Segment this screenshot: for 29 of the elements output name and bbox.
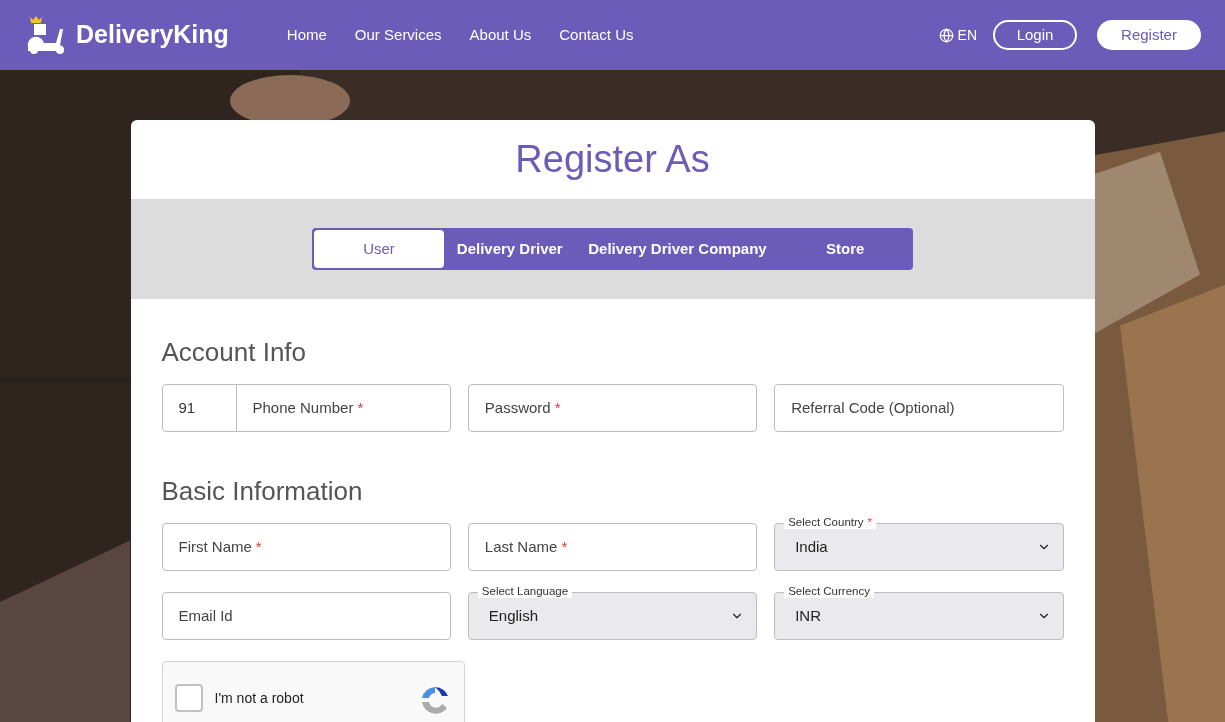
tab[interactable]: Delivery Driver — [444, 230, 576, 268]
input-field[interactable]: Password * — [467, 384, 758, 432]
tab[interactable]: Store — [779, 230, 911, 268]
input-field[interactable]: First Name * — [161, 523, 451, 571]
captcha-checkbox[interactable] — [174, 684, 203, 712]
globe-icon — [938, 27, 954, 43]
section-heading: Account Info — [161, 336, 308, 369]
floating-label: Select Country * — [784, 515, 877, 529]
register-button[interactable]: Register — [1097, 20, 1201, 50]
login-button[interactable]: Login — [993, 20, 1077, 50]
nav-link[interactable]: Our Services — [354, 23, 442, 47]
captcha-label: I'm not a robot — [214, 689, 304, 708]
nav-link[interactable]: Contact Us — [559, 23, 634, 47]
input-field[interactable]: Email Id — [161, 592, 451, 640]
card-title: Register As — [514, 137, 711, 182]
floating-label: Select Currency — [784, 584, 874, 598]
required-mark: * — [554, 397, 561, 418]
section-heading: Basic Information — [161, 475, 364, 508]
nav-link[interactable]: About Us — [469, 23, 532, 47]
required-mark: * — [255, 536, 262, 557]
input-field[interactable]: Last Name * — [467, 523, 758, 571]
brand-name[interactable]: DeliveryKing — [76, 16, 229, 54]
tab[interactable]: Delivery Driver Company — [575, 230, 780, 268]
input-field[interactable]: Referral Code (Optional) — [774, 384, 1064, 432]
language-selector[interactable]: EN — [938, 24, 977, 46]
tab[interactable]: User — [314, 230, 444, 268]
floating-label: Select Language — [477, 584, 573, 598]
nav-link[interactable]: Home — [286, 23, 327, 47]
required-mark: * — [561, 536, 568, 557]
